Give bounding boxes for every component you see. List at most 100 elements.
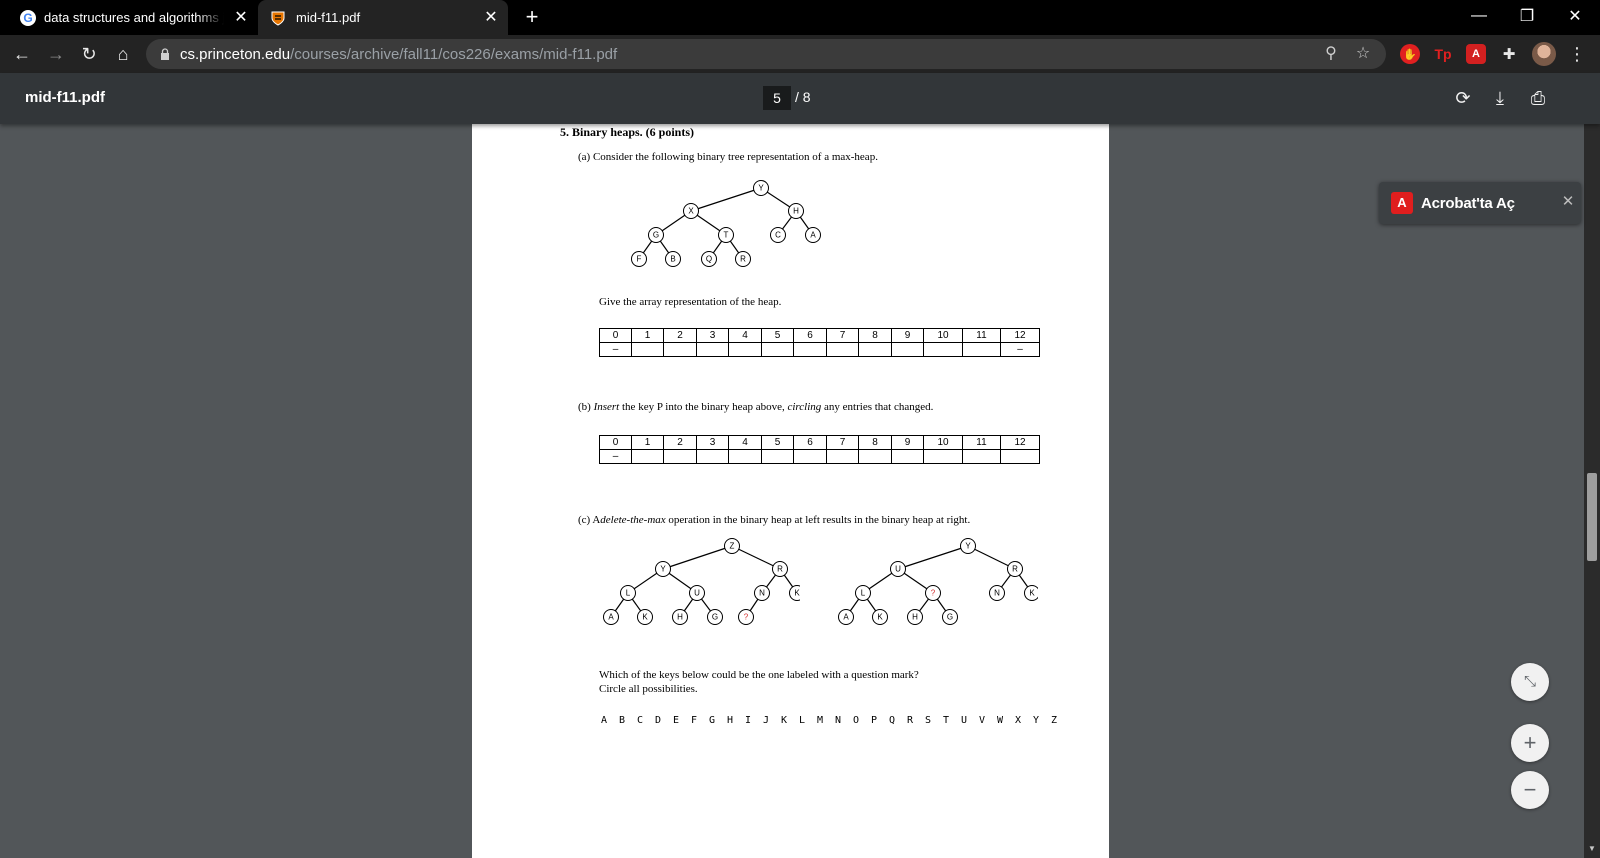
letter-choice[interactable]: C [637,715,655,726]
home-button[interactable]: ⌂ [111,42,135,66]
tree-node: L [855,585,871,601]
table-cell[interactable] [923,342,963,357]
rotate-icon[interactable]: ⟳ [1450,85,1476,111]
table-cell: 7 [826,435,859,450]
scrollbar-thumb[interactable] [1587,473,1597,561]
letter-choice[interactable]: X [1015,715,1033,726]
table-cell[interactable]: – [1000,342,1040,357]
acrobat-extension-icon[interactable]: A [1466,44,1486,64]
alphabet-choices: A B C D E F G H I J K L M N O P Q R S T … [601,715,1069,726]
table-cell[interactable] [696,342,729,357]
close-icon[interactable]: ✕ [1559,193,1577,211]
table-cell[interactable] [891,342,924,357]
print-icon[interactable]: ⎙ [1525,85,1551,111]
back-button[interactable]: ← [10,42,34,66]
table-cell[interactable] [962,342,1001,357]
tree-node: K [872,609,888,625]
download-icon[interactable]: ⤓ [1487,85,1513,111]
table-cell[interactable] [631,342,664,357]
letter-choice[interactable]: J [763,715,781,726]
letter-choice[interactable]: D [655,715,673,726]
fit-to-page-button[interactable]: ⤡ [1511,663,1549,701]
table-cell[interactable] [761,449,794,464]
close-window-button[interactable]: ✕ [1552,0,1598,32]
letter-choice[interactable]: B [619,715,637,726]
table-cell[interactable] [858,342,892,357]
reload-button[interactable]: ↻ [77,42,101,66]
letter-choice[interactable]: L [799,715,817,726]
restore-button[interactable]: ❐ [1504,0,1550,32]
letter-choice[interactable]: E [673,715,691,726]
letter-choice[interactable]: Z [1051,715,1069,726]
table-cell[interactable] [1000,449,1040,464]
letter-choice[interactable]: A [601,715,619,726]
minimize-button[interactable]: — [1456,0,1502,32]
letter-choice[interactable]: O [853,715,871,726]
letter-choice[interactable]: V [979,715,997,726]
table-cell[interactable] [891,449,924,464]
letter-choice[interactable]: N [835,715,853,726]
letter-choice[interactable]: P [871,715,889,726]
letter-choice[interactable]: K [781,715,799,726]
browser-menu-icon[interactable]: ⋮ [1568,42,1586,66]
table-cell[interactable] [728,342,762,357]
url-path: /courses/archive/fall11/cos226/exams/mid… [290,45,618,63]
table-cell[interactable] [631,449,664,464]
table-cell[interactable] [663,342,697,357]
letter-choice[interactable]: F [691,715,709,726]
table-cell[interactable] [962,449,1001,464]
table-cell[interactable] [793,449,827,464]
tree-node: B [665,251,681,267]
zoom-in-button[interactable]: + [1511,724,1549,762]
tree-node: H [788,203,804,219]
adblock-extension-icon[interactable]: ✋ [1400,44,1420,64]
table-cell[interactable]: – [599,449,632,464]
table-cell[interactable] [761,342,794,357]
table-cell[interactable] [663,449,697,464]
tree-node: K [637,609,653,625]
table-cell[interactable] [858,449,892,464]
table-cell[interactable] [793,342,827,357]
open-in-acrobat-prompt[interactable]: A Acrobat'ta Aç ✕ [1379,182,1581,224]
tab-pdf[interactable]: mid-f11.pdf ✕ [258,0,508,35]
tab-search[interactable]: G data structures and algorithms ja ✕ [12,0,254,35]
zoom-icon[interactable]: ⚲ [1320,43,1342,65]
table-cell[interactable] [728,449,762,464]
letter-choice[interactable]: U [961,715,979,726]
table-cell[interactable] [826,342,859,357]
extensions-puzzle-icon[interactable]: ✚ [1499,44,1519,64]
letter-choice[interactable]: W [997,715,1015,726]
zoom-out-button[interactable]: − [1511,771,1549,809]
table-cell: 1 [631,435,664,450]
letter-choice[interactable]: Y [1033,715,1051,726]
close-icon[interactable]: ✕ [482,9,500,27]
table-cell[interactable] [696,449,729,464]
svg-text:N: N [759,589,765,598]
letter-choice[interactable]: H [727,715,745,726]
scroll-down-arrow-icon[interactable]: ▼ [1587,844,1597,854]
profile-avatar[interactable] [1532,42,1556,66]
letter-choice[interactable]: Q [889,715,907,726]
table-cell[interactable] [923,449,963,464]
new-tab-button[interactable]: + [520,5,544,29]
vertical-scrollbar[interactable]: ▲ ▼ [1584,73,1600,858]
svg-text:H: H [677,613,683,622]
letter-choice[interactable]: I [745,715,763,726]
address-bar[interactable]: cs.princeton.edu/courses/archive/fall11/… [146,39,1386,69]
bookmark-star-icon[interactable]: ☆ [1352,43,1374,65]
close-icon[interactable]: ✕ [232,9,250,27]
table-cell[interactable] [826,449,859,464]
letter-choice[interactable]: R [907,715,925,726]
page-number-input[interactable]: 5 [763,86,791,110]
url-text: cs.princeton.edu/courses/archive/fall11/… [180,46,617,63]
part-b-mid: the key P into the binary heap above, [619,401,788,413]
forward-button[interactable]: → [44,42,68,66]
letter-choice[interactable]: M [817,715,835,726]
letter-choice[interactable]: S [925,715,943,726]
svg-text:?: ? [931,589,936,598]
letter-choice[interactable]: G [709,715,727,726]
table-cell[interactable]: – [599,342,632,357]
tp-extension-icon[interactable]: Tp [1433,44,1453,64]
svg-text:R: R [1012,565,1018,574]
letter-choice[interactable]: T [943,715,961,726]
